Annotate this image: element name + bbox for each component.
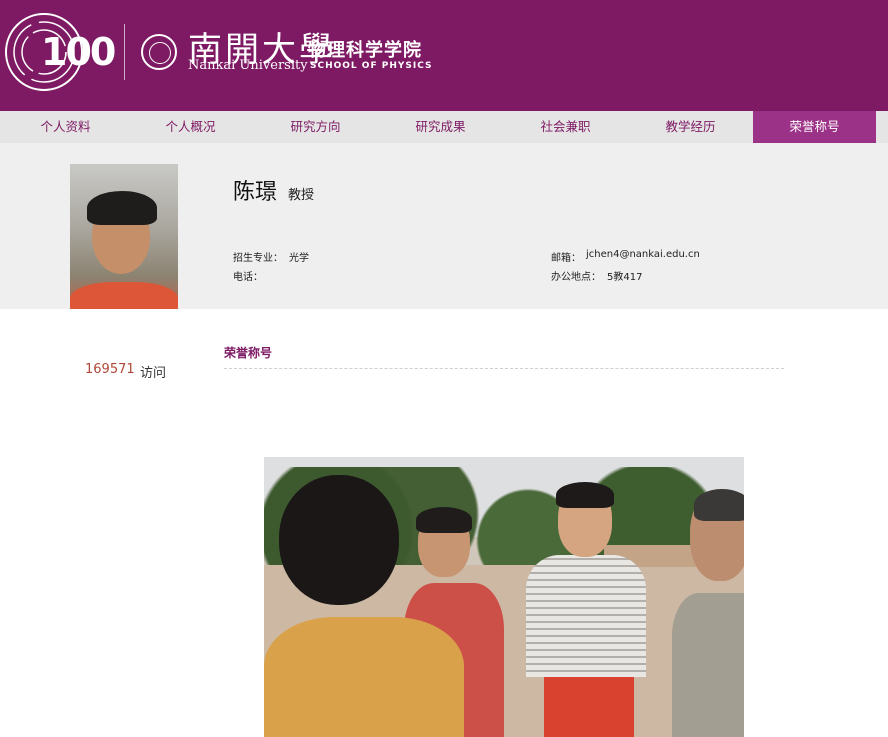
section-title: 荣誉称号 bbox=[224, 346, 273, 360]
university-name-en: Nankai University bbox=[188, 58, 308, 73]
centennial-logo-text: 100 bbox=[41, 30, 116, 74]
major-value: 光学 bbox=[289, 253, 309, 264]
centennial-logo[interactable]: 100 bbox=[4, 8, 116, 96]
email-label: 邮箱： bbox=[551, 253, 581, 264]
main-nav: 个人资料 个人概况 研究方向 研究成果 社会兼职 教学经历 荣誉称号 bbox=[0, 111, 888, 143]
visit-count: 169571 bbox=[85, 362, 135, 377]
site-header: 100 南開大學 Nankai University 物理科学学院 SCHOOL… bbox=[0, 0, 888, 111]
header-divider bbox=[124, 24, 125, 80]
phone-label: 电话： bbox=[233, 272, 263, 283]
profile-name: 陈璟 bbox=[233, 180, 278, 205]
honors-photo bbox=[264, 457, 744, 737]
school-name-en: SCHOOL OF PHYSICS bbox=[310, 61, 433, 71]
email-value[interactable]: jchen4@nankai.edu.cn bbox=[586, 249, 700, 260]
major-label: 招生专业： bbox=[233, 253, 283, 264]
tab-personal-info[interactable]: 个人资料 bbox=[3, 111, 128, 143]
tab-research-results[interactable]: 研究成果 bbox=[378, 111, 503, 143]
university-seal-icon bbox=[141, 34, 177, 70]
school-name-cn: 物理科学学院 bbox=[308, 40, 422, 61]
office-label: 办公地点： bbox=[551, 272, 601, 283]
visit-label: 访问 bbox=[140, 366, 167, 381]
tab-social-positions[interactable]: 社会兼职 bbox=[503, 111, 628, 143]
tab-research-direction[interactable]: 研究方向 bbox=[253, 111, 378, 143]
profile-title: 教授 bbox=[288, 188, 315, 203]
section-divider bbox=[224, 368, 784, 369]
tab-overview[interactable]: 个人概况 bbox=[128, 111, 253, 143]
tab-teaching[interactable]: 教学经历 bbox=[628, 111, 753, 143]
office-value: 5教417 bbox=[607, 272, 643, 283]
profile-photo bbox=[70, 164, 178, 324]
tab-honors[interactable]: 荣誉称号 bbox=[753, 111, 876, 143]
